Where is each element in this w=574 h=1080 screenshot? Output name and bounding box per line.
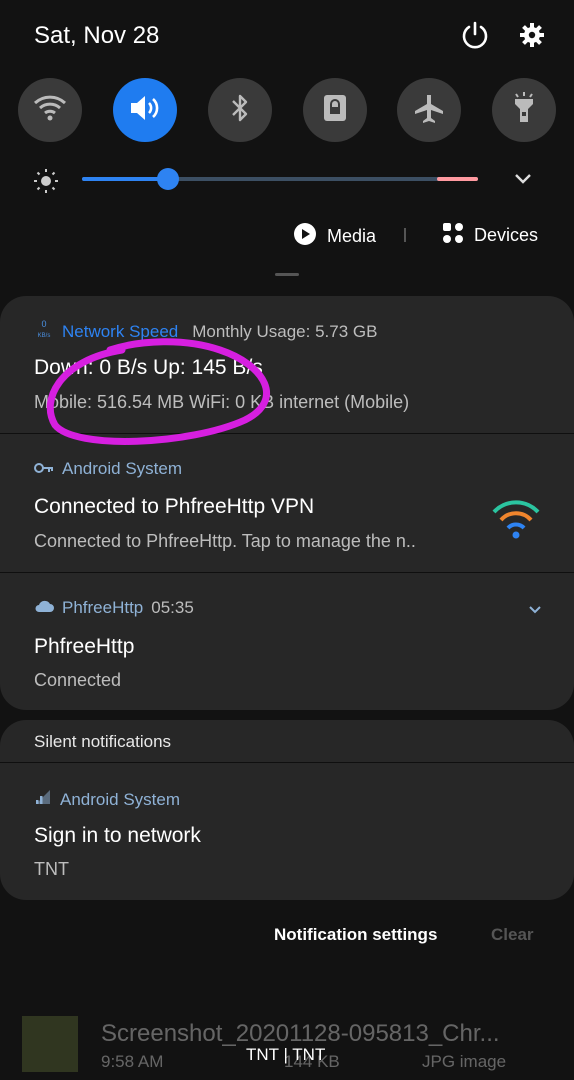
sound-toggle[interactable] [113,78,177,142]
clear-button[interactable]: Clear [491,925,534,945]
devices-label: Devices [474,225,539,245]
brightness-icon [32,167,60,200]
brightness-fill [82,177,168,181]
media-button[interactable]: Media [293,222,376,251]
expand-chevron-icon[interactable] [512,169,534,192]
flashlight-icon [512,91,536,129]
carrier-label: TNT | TNT [246,1045,326,1064]
expand-notification-icon[interactable] [528,602,542,620]
file-time: 9:58 AM [101,1052,164,1071]
brightness-slider[interactable] [30,165,550,195]
notification-text: Connected to PhfreeHttp. Tap to manage t… [34,531,416,551]
notification-text: TNT [34,859,69,879]
app-name: Network Speed [62,321,179,341]
screen-lock-toggle[interactable] [303,78,367,142]
notification-title: Connected to PhfreeHttp VPN [34,495,315,518]
power-icon[interactable] [460,20,490,50]
app-name: PhfreeHttp [62,598,144,617]
key-icon [34,459,54,479]
silent-notification-card: Silent notifications Android System Sign… [0,720,574,900]
volume-icon [127,93,163,128]
panel-drag-handle[interactable] [275,273,299,276]
devices-grid-icon [442,222,464,249]
monthly-usage: Monthly Usage: 5.73 GB [192,321,378,341]
divider [0,762,574,763]
divider [0,572,574,573]
brightness-high-zone [437,177,478,181]
bluetooth-toggle[interactable] [208,78,272,142]
play-icon [293,222,317,251]
brightness-thumb[interactable] [157,168,179,190]
airplane-toggle[interactable] [397,78,461,142]
silent-notifications-header: Silent notifications [34,732,172,751]
svg-text:0: 0 [41,319,46,329]
notification-title: PhfreeHttp [34,635,135,658]
wifi-toggle[interactable] [18,78,82,142]
app-name: Android System [62,459,182,478]
wifi-icon [33,93,67,128]
notification-card: 0 KB/s Network Speed Monthly Usage: 5.73 … [0,296,574,710]
notification-text: Connected [34,670,122,690]
airplane-icon [413,92,445,129]
notification-settings-button[interactable]: Notification settings [274,925,437,945]
cloud-icon [34,598,54,618]
bluetooth-icon [228,92,252,129]
notification-time: 05:35 [151,598,194,617]
devices-button[interactable]: Devices [442,222,538,249]
signal-icon [34,789,52,810]
vpn-wifi-logo-icon [491,500,541,545]
file-thumbnail [22,1016,78,1072]
app-name: Android System [60,789,180,809]
settings-gear-icon[interactable] [517,20,547,50]
notification-title: Sign in to network [34,824,201,847]
date-label: Sat, Nov 28 [34,22,160,49]
media-label: Media [327,226,377,246]
flashlight-toggle[interactable] [492,78,556,142]
media-divider [404,228,406,242]
file-type: JPG image [422,1052,507,1071]
network-speed-icon: 0 KB/s [34,318,54,345]
notification-title: Down: 0 B/s Up: 145 B/s [34,356,263,379]
svg-text:KB/s: KB/s [38,333,51,339]
lock-icon [322,93,348,128]
file-name: Screenshot_20201128-095813_Chr... [101,1020,500,1047]
divider [0,433,574,434]
notification-text: Mobile: 516.54 MB WiFi: 0 KB internet (M… [34,392,410,412]
